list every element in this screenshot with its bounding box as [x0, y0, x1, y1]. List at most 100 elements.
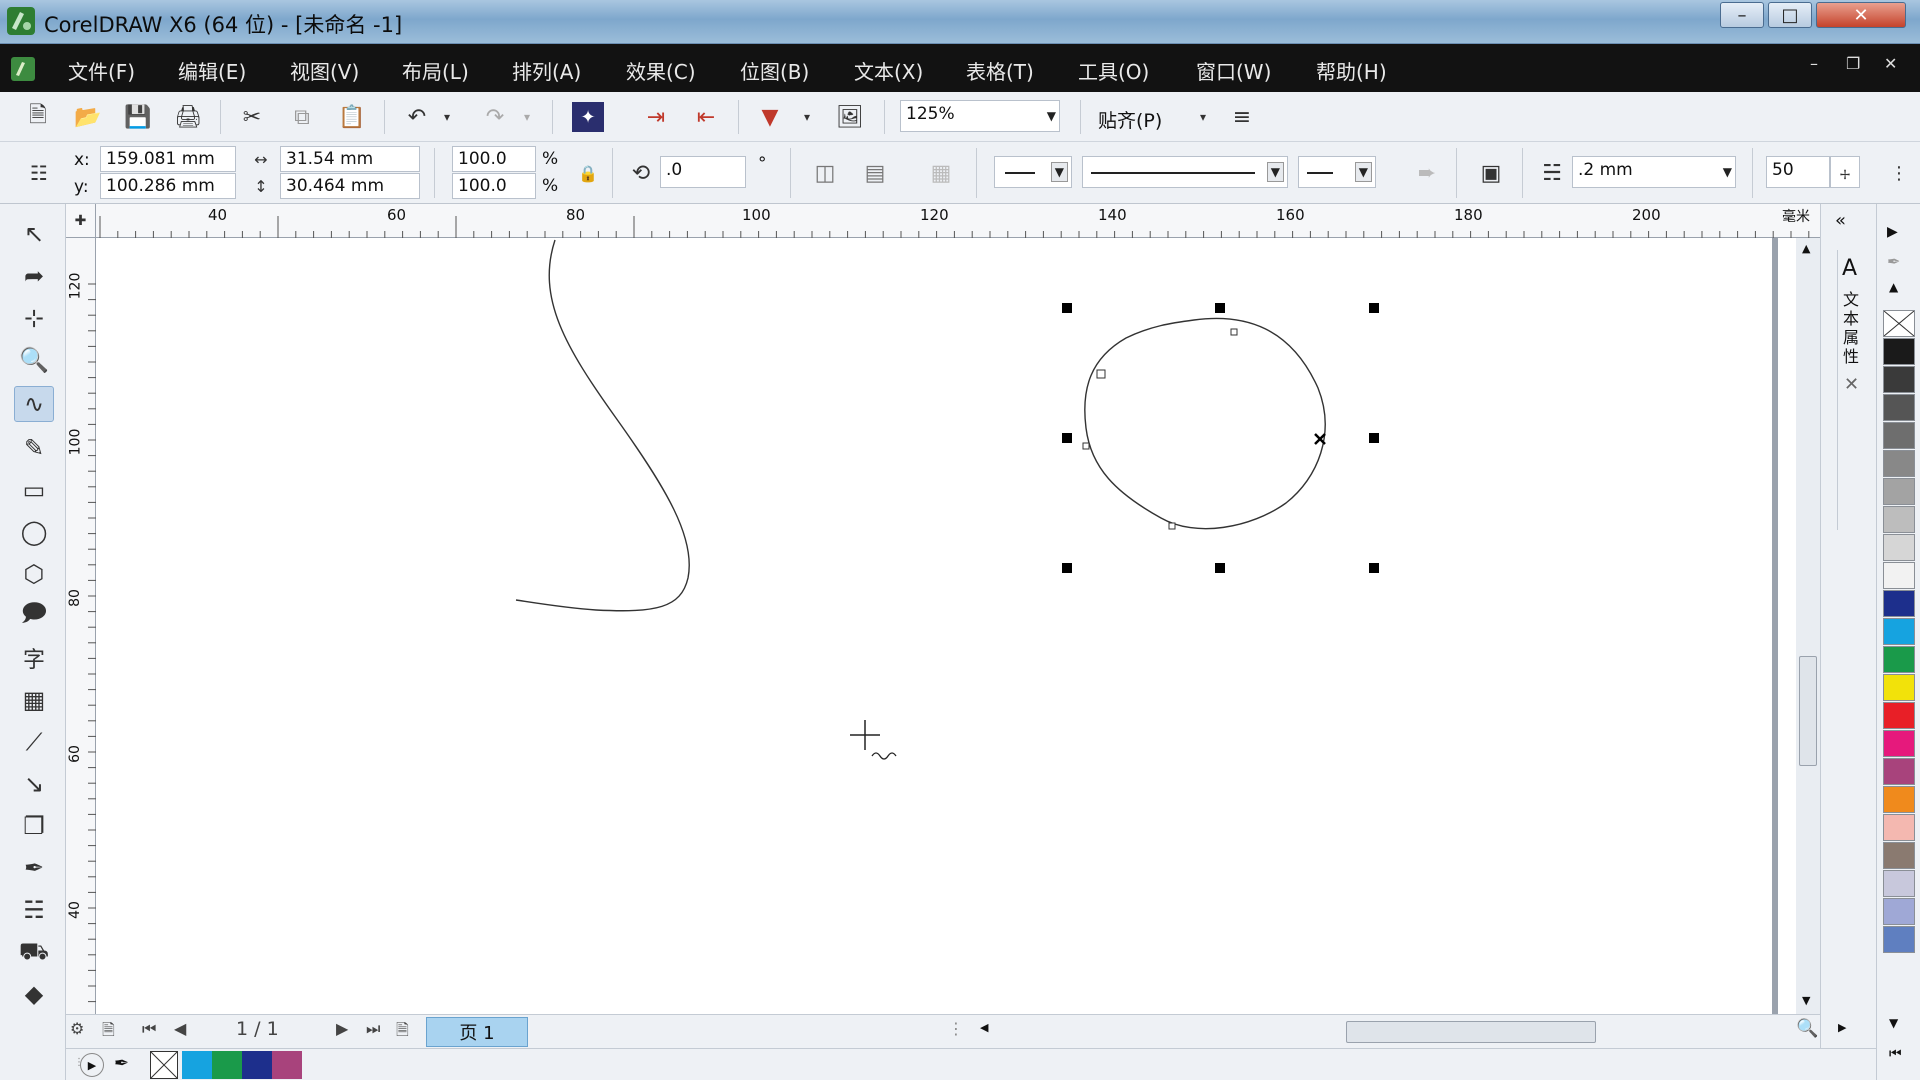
maximize-button[interactable]: □	[1768, 2, 1812, 28]
application-launcher-icon[interactable]: ▼	[754, 102, 786, 132]
eyedropper-icon[interactable]: ✒	[114, 1053, 129, 1074]
rotation-angle-field[interactable]: .0	[660, 156, 746, 188]
selection-handle-top-left[interactable]	[1062, 303, 1072, 313]
menu-window[interactable]: 窗口(W)	[1196, 56, 1271, 85]
eyedropper-tool-icon[interactable]: ✒	[14, 850, 54, 886]
color-swatch[interactable]	[1883, 646, 1915, 673]
horizontal-scroll-thumb[interactable]	[1346, 1021, 1596, 1043]
shape-tool-icon[interactable]: ➦	[14, 258, 54, 294]
vertical-ruler[interactable]: 120 100 80 60 40	[66, 238, 96, 1014]
selection-handle-bottom-center[interactable]	[1215, 563, 1225, 573]
color-swatch[interactable]	[1883, 898, 1915, 925]
welcome-screen-icon[interactable]: 🖼	[834, 102, 866, 132]
node-handle[interactable]	[1168, 522, 1176, 530]
scroll-right-icon[interactable]: ▶	[1838, 1021, 1846, 1034]
wrap-text-icon[interactable]: ▣	[1474, 158, 1508, 188]
color-swatch[interactable]	[1883, 842, 1915, 869]
minimize-button[interactable]: –	[1720, 2, 1764, 28]
crop-tool-icon[interactable]: ⊹	[14, 300, 54, 336]
color-swatch[interactable]	[1883, 366, 1915, 393]
play-icon[interactable]: ▶	[80, 1053, 104, 1077]
first-page-icon[interactable]: ⏮	[142, 1019, 156, 1039]
color-swatch[interactable]	[1883, 422, 1915, 449]
scale-x-field[interactable]: 100.0	[452, 146, 536, 172]
add-page-after-icon[interactable]: 🗎	[396, 1019, 409, 1046]
undo-icon[interactable]: ↶	[400, 102, 434, 132]
lock-ratio-icon[interactable]: 🔒	[574, 160, 602, 186]
options-icon[interactable]: ≡	[1226, 102, 1258, 132]
page-tab-1[interactable]: 页 1	[426, 1017, 528, 1047]
selection-handle-bottom-left[interactable]	[1062, 563, 1072, 573]
auto-close-icon[interactable]: ▦	[924, 158, 958, 188]
menu-text[interactable]: 文本(X)	[854, 56, 923, 85]
selection-handle-bottom-right[interactable]	[1369, 563, 1379, 573]
menu-help[interactable]: 帮助(H)	[1316, 56, 1387, 85]
smart-fill-tool-icon[interactable]: ✎	[14, 430, 54, 466]
save-icon[interactable]: 💾	[122, 102, 154, 132]
splitter-handle-icon[interactable]: ⋮	[948, 1019, 964, 1038]
scroll-up-icon[interactable]: ▲	[1802, 242, 1810, 255]
print-icon[interactable]: 🖨	[172, 102, 204, 132]
freehand-tool-icon[interactable]: ∿	[14, 386, 54, 422]
snap-to-button[interactable]: 贴齐(P)	[1098, 106, 1162, 133]
color-swatch[interactable]	[1883, 478, 1915, 505]
color-swatch[interactable]	[1883, 730, 1915, 757]
blend-tool-icon[interactable]: ❐	[14, 808, 54, 844]
color-swatch[interactable]	[1883, 926, 1915, 953]
object-origin-icon[interactable]: ☷	[22, 156, 56, 190]
close-button[interactable]: ✕	[1816, 2, 1906, 28]
scroll-down-icon[interactable]: ▼	[1802, 994, 1810, 1007]
ruler-origin-icon[interactable]: ✚	[66, 204, 96, 238]
line-style-combo[interactable]: ▼	[1082, 156, 1288, 188]
outline-tool-icon[interactable]: ☵	[14, 892, 54, 928]
fill-tool-icon[interactable]: ⛟	[14, 934, 54, 970]
launcher-dropdown-icon[interactable]: ▾	[800, 106, 814, 128]
smoothing-field[interactable]: 50	[1766, 156, 1830, 188]
x-position-field[interactable]: 159.081 mm	[100, 146, 236, 172]
close-curve-icon[interactable]: ➨	[1412, 158, 1442, 188]
dimension-tool-icon[interactable]: ⟋	[14, 724, 54, 760]
snap-dropdown-icon[interactable]: ▾	[1196, 106, 1210, 128]
polygon-tool-icon[interactable]: ⬡	[14, 556, 54, 592]
selection-handle-top-right[interactable]	[1369, 303, 1379, 313]
menu-view[interactable]: 视图(V)	[290, 56, 359, 85]
palette-expand-icon[interactable]: ⏮	[1889, 1046, 1902, 1062]
color-swatch[interactable]	[1883, 870, 1915, 897]
copy-icon[interactable]: ⧉	[286, 102, 318, 132]
selection-handle-middle-left[interactable]	[1062, 433, 1072, 443]
color-swatch[interactable]	[1883, 338, 1915, 365]
collapse-docker-icon[interactable]: «	[1835, 210, 1846, 231]
document-no-color-swatch[interactable]	[150, 1051, 178, 1079]
color-swatch[interactable]	[1883, 506, 1915, 533]
palette-scroll-right-icon[interactable]: ▶	[1887, 224, 1898, 240]
search-content-icon[interactable]: ✦	[572, 102, 604, 132]
selection-handle-middle-right[interactable]	[1369, 433, 1379, 443]
text-tool-icon[interactable]: 字	[14, 640, 54, 676]
doc-minimize-icon[interactable]: –	[1810, 54, 1818, 73]
undo-dropdown-icon[interactable]: ▾	[440, 106, 454, 128]
height-field[interactable]: 30.464 mm	[280, 173, 420, 199]
width-field[interactable]: 31.54 mm	[280, 146, 420, 172]
redo-dropdown-icon[interactable]: ▾	[520, 106, 534, 128]
selected-closed-curve[interactable]	[1084, 317, 1326, 530]
color-swatch[interactable]	[1883, 814, 1915, 841]
end-arrowhead-combo[interactable]: ▼	[1298, 156, 1376, 188]
connector-tool-icon[interactable]: ↘	[14, 766, 54, 802]
add-page-before-icon[interactable]: 🗎	[102, 1019, 115, 1046]
zoom-level-combo[interactable]: 125% ▼	[900, 100, 1060, 132]
horizontal-ruler[interactable]: 40 60 80 100 120 140 160 180 200 毫米	[96, 204, 1820, 238]
menu-layout[interactable]: 布局(L)	[402, 56, 469, 85]
doc-restore-icon[interactable]: ❐	[1846, 54, 1860, 73]
document-color-swatch[interactable]	[212, 1051, 242, 1079]
node-handle[interactable]	[1230, 328, 1238, 336]
close-docker-icon[interactable]: ✕	[1844, 374, 1859, 395]
menu-bitmaps[interactable]: 位图(B)	[740, 56, 809, 85]
outline-width-combo[interactable]: .2 mm ▼	[1572, 156, 1736, 188]
color-swatch[interactable]	[1883, 758, 1915, 785]
color-swatch[interactable]	[1883, 450, 1915, 477]
horizontal-scrollbar[interactable]: ◀ ▶	[966, 1019, 1846, 1045]
redo-icon[interactable]: ↷	[478, 102, 512, 132]
pick-tool-icon[interactable]: ↖	[14, 216, 54, 252]
paste-icon[interactable]: 📋	[336, 102, 368, 132]
start-arrowhead-combo[interactable]: ▼	[994, 156, 1072, 188]
